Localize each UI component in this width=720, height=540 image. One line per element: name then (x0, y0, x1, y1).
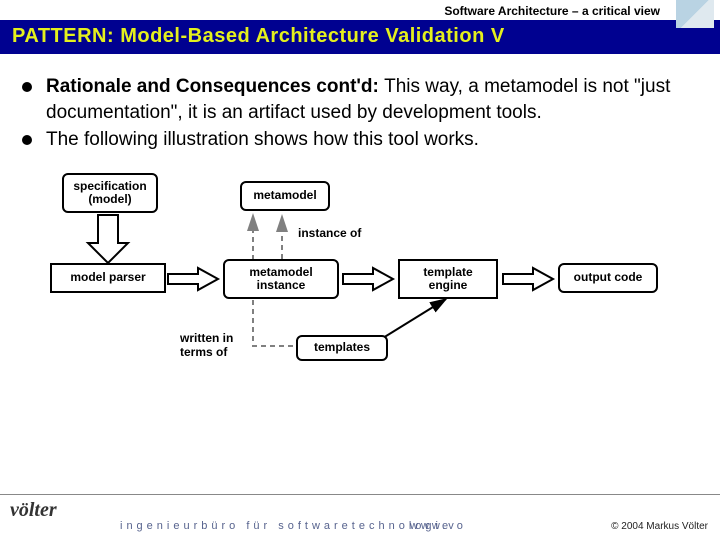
bullet-icon (22, 135, 32, 145)
label-written-in-terms-of: written in terms of (180, 331, 233, 359)
label-instance-of: instance of (298, 226, 361, 240)
corner-decoration-icon (676, 0, 714, 28)
footer: völter ingenieurbüro für softwaretechnol… (0, 494, 720, 540)
box-metamodel: metamodel (240, 181, 330, 211)
slide-subtitle: Software Architecture – a critical view (0, 0, 720, 20)
box-specification: specification (model) (62, 173, 158, 213)
bullet-text: Rationale and Consequences cont'd: This … (46, 74, 686, 125)
box-metamodel-instance: metamodel instance (223, 259, 339, 299)
bullet-rest: The following illustration shows how thi… (46, 129, 479, 150)
bullet-text: The following illustration shows how thi… (46, 127, 479, 153)
footer-tagline: ingenieurbüro für softwaretechnologie (120, 520, 452, 532)
bullet-item: Rationale and Consequences cont'd: This … (48, 74, 686, 125)
box-output-code: output code (558, 263, 658, 293)
footer-copyright: © 2004 Markus Völter (611, 521, 708, 532)
brand-logo: völter (10, 499, 57, 522)
box-model-parser: model parser (50, 263, 166, 293)
slide-title: PATTERN: Model-Based Architecture Valida… (0, 20, 720, 54)
bullet-item: The following illustration shows how thi… (48, 127, 686, 153)
box-templates: templates (296, 335, 388, 361)
diagram: specification (model) metamodel model pa… (48, 171, 688, 391)
bullet-icon (22, 82, 32, 92)
footer-url: www.vo (410, 520, 466, 532)
box-template-engine: template engine (398, 259, 498, 299)
bullet-bold: Rationale and Consequences cont'd: (46, 76, 384, 97)
content-area: Rationale and Consequences cont'd: This … (0, 54, 720, 391)
